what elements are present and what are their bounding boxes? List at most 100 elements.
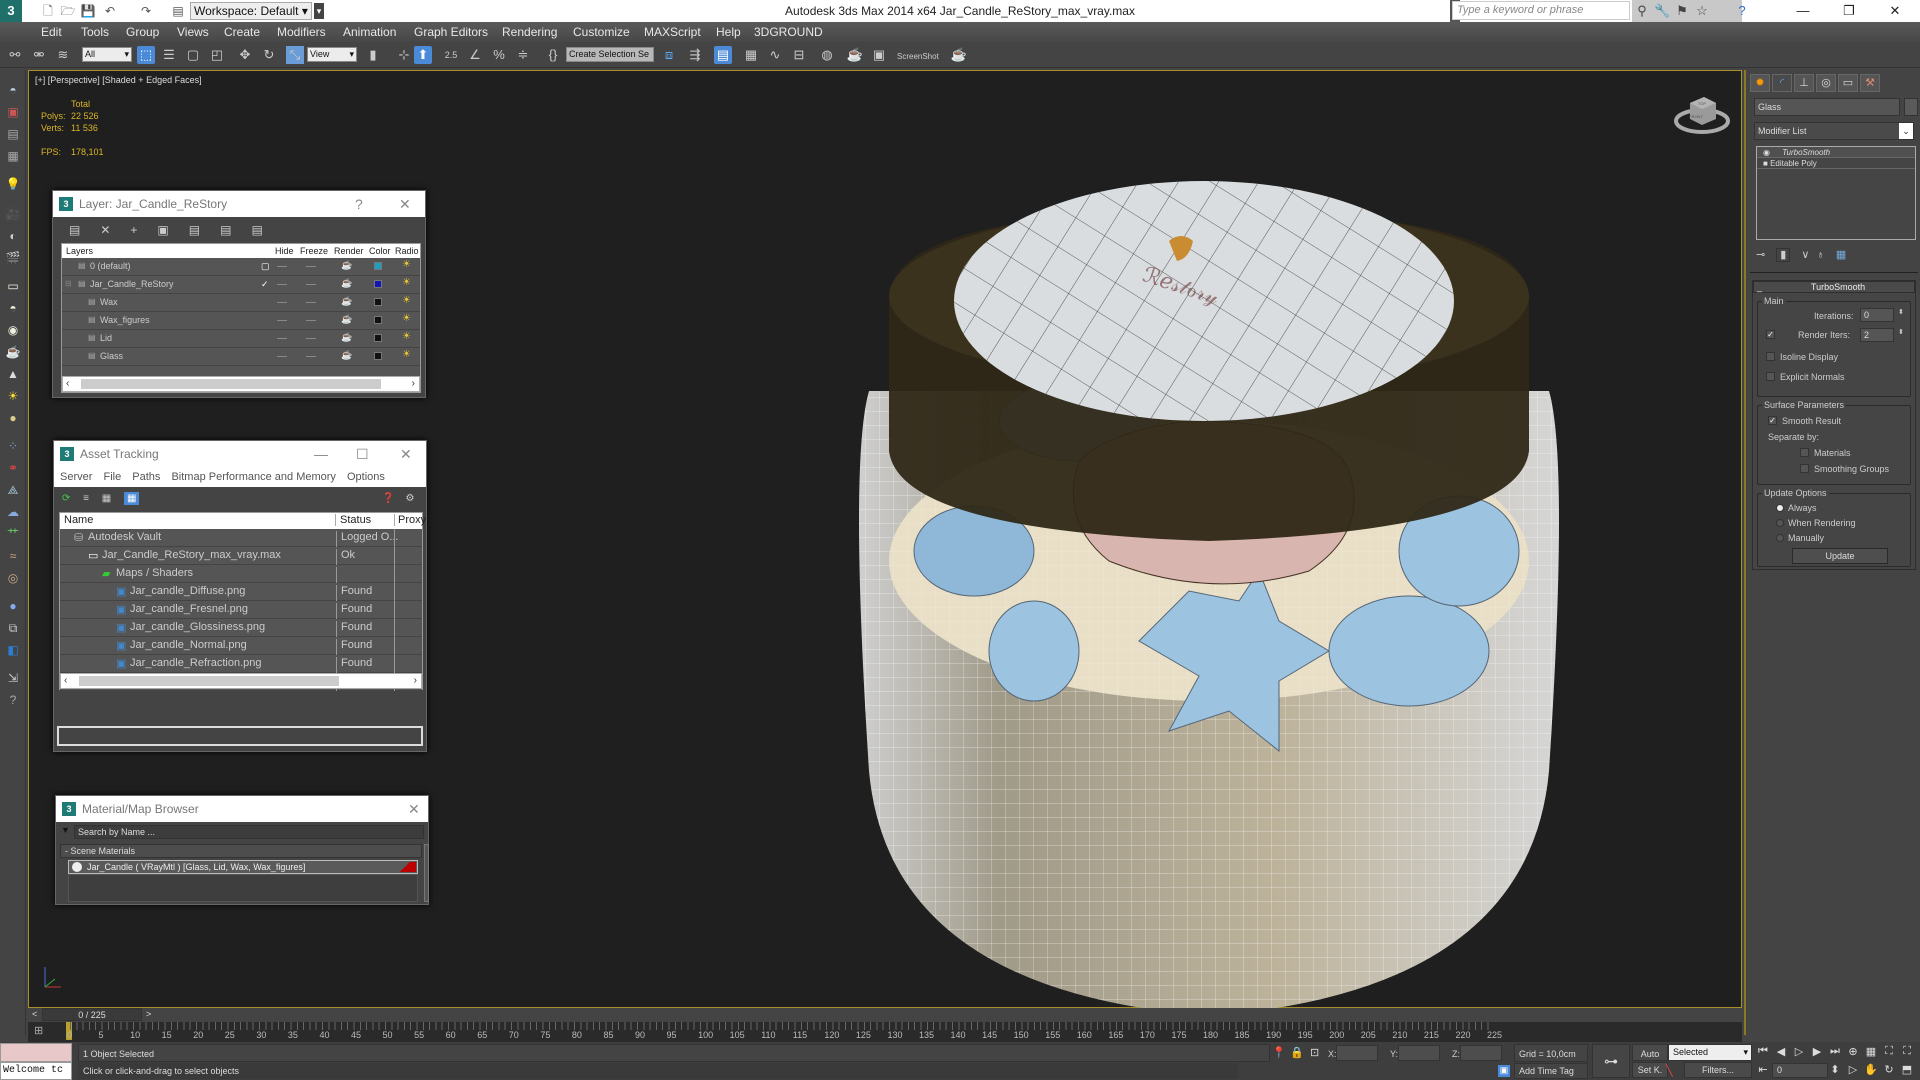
- render-teapot-icon[interactable]: ☕: [341, 260, 352, 271]
- browser-options-arrow[interactable]: ▼: [61, 825, 70, 835]
- select-rotate-icon[interactable]: ↻: [260, 46, 278, 64]
- freeze-toggle[interactable]: [306, 356, 316, 357]
- scene-materials-group-header[interactable]: - Scene Materials: [60, 844, 422, 858]
- key-filter-dropdown[interactable]: Selected ▾: [1668, 1044, 1752, 1061]
- current-frame-field[interactable]: 0: [1772, 1063, 1828, 1078]
- layer-name[interactable]: 0 (default): [90, 261, 131, 271]
- auto-key-button[interactable]: Auto: [1632, 1044, 1668, 1061]
- cloud-icon[interactable]: ☁: [3, 502, 23, 522]
- help-circle-icon[interactable]: ?: [3, 690, 23, 710]
- mirror-icon[interactable]: ⧈: [660, 46, 678, 64]
- communication-center-icon[interactable]: ⚑: [1674, 3, 1690, 19]
- expand-plus-icon[interactable]: ■: [1763, 159, 1768, 168]
- col-color[interactable]: Color: [369, 246, 391, 256]
- time-slider-thumb[interactable]: 0 / 225: [42, 1008, 142, 1021]
- tab-hierarchy[interactable]: ⊥: [1794, 74, 1814, 92]
- object-name-field[interactable]: Glass: [1754, 98, 1900, 116]
- scroll-left-arrow[interactable]: ‹: [66, 378, 69, 389]
- radio-manually[interactable]: [1776, 534, 1784, 542]
- asset-menu-bitmap-performance[interactable]: Bitmap Performance and Memory: [171, 471, 335, 483]
- jar-candle-model[interactable]: ℛℯ𝓈𝓉ℴ𝓇𝓎: [809, 131, 1629, 1051]
- radiosity-icon[interactable]: ☀: [402, 277, 411, 288]
- radiosity-icon[interactable]: ☀: [402, 313, 411, 324]
- delete-layer-icon[interactable]: ✕: [100, 223, 130, 237]
- col-freeze[interactable]: Freeze: [300, 246, 328, 256]
- link-icon[interactable]: ⚯: [6, 46, 24, 64]
- col-hide[interactable]: Hide: [275, 246, 294, 256]
- layer-color-swatch[interactable]: [374, 298, 382, 306]
- asset-maximize-button[interactable]: ☐: [356, 441, 369, 467]
- app-menu-button[interactable]: 3: [0, 0, 22, 22]
- material-search-input[interactable]: Search by Name ...: [74, 825, 424, 839]
- key-mode-toggle-icon[interactable]: ⇤: [1756, 1063, 1770, 1076]
- render-teapot-icon[interactable]: ☕: [341, 350, 352, 361]
- render-teapot-icon[interactable]: ☕: [341, 278, 352, 289]
- asset-browser-icon[interactable]: ⧉: [3, 618, 23, 638]
- layer-window-titlebar[interactable]: 3 Layer: Jar_Candle_ReStory ? ✕: [53, 191, 425, 217]
- key-filters-button[interactable]: Filters...: [1684, 1062, 1752, 1078]
- previous-frame-icon[interactable]: ◀: [1774, 1045, 1788, 1058]
- layer-row[interactable]: ▤ Glass ☕ ☀: [62, 348, 420, 366]
- object-color-swatch[interactable]: [1904, 98, 1918, 116]
- radiosity-icon[interactable]: ☀: [402, 349, 411, 360]
- options-icon[interactable]: ⚙: [406, 493, 415, 504]
- asset-menu-options[interactable]: Options: [347, 471, 385, 483]
- z-coord-field[interactable]: [1460, 1045, 1502, 1061]
- render-teapot-icon[interactable]: ☕: [341, 314, 352, 325]
- create-layer-icon[interactable]: ▤: [69, 223, 100, 237]
- radio-always[interactable]: [1776, 504, 1784, 512]
- smooth-result-checkbox[interactable]: ✓: [1768, 416, 1777, 425]
- select-scale-icon[interactable]: ⤡: [286, 46, 304, 64]
- set-key-icon[interactable]: ⊶: [1592, 1044, 1630, 1078]
- hide-toggle[interactable]: [277, 284, 287, 285]
- hide-all-icon[interactable]: ▤: [220, 223, 251, 237]
- bind-space-warp-icon[interactable]: ≋: [54, 46, 72, 64]
- layer-row[interactable]: ▤ 0 (default) ▢ ☕ ☀: [62, 258, 420, 276]
- viewport-label[interactable]: [+] [Perspective] [Shaded + Edged Faces]: [35, 75, 202, 85]
- material-browser-close-button[interactable]: ✕: [408, 796, 420, 822]
- stack-item-turbosmooth[interactable]: ◉ TurboSmooth: [1757, 147, 1915, 158]
- close-button[interactable]: ✕: [1872, 0, 1918, 22]
- particles-icon[interactable]: ⁘: [3, 436, 23, 456]
- layer-color-swatch[interactable]: [374, 262, 382, 270]
- scroll-thumb[interactable]: [79, 676, 339, 686]
- minimize-button[interactable]: —: [1780, 0, 1826, 22]
- col-layers[interactable]: Layers: [66, 246, 93, 256]
- redo-icon[interactable]: ↷: [138, 3, 154, 19]
- list-view-icon[interactable]: ≡: [83, 493, 89, 504]
- pivot-center-icon[interactable]: ▮: [364, 46, 382, 64]
- freeze-toggle[interactable]: [306, 320, 316, 321]
- render-iters-spinner-arrows[interactable]: ⬍: [1898, 328, 1904, 336]
- render-setup-icon[interactable]: ☕: [846, 46, 864, 64]
- hide-toggle[interactable]: [277, 266, 287, 267]
- select-in-layer-icon[interactable]: ▣: [157, 223, 188, 237]
- edit-named-selection-icon[interactable]: {}: [544, 46, 562, 64]
- make-unique-icon[interactable]: ∨: [1801, 249, 1809, 261]
- menu-rendering[interactable]: Rendering: [502, 25, 557, 39]
- disc-icon[interactable]: ◉: [3, 320, 23, 340]
- layer-row[interactable]: ▤ Lid ☕ ☀: [62, 330, 420, 348]
- freeze-toggle[interactable]: [306, 284, 316, 285]
- iterations-spinner[interactable]: 0: [1860, 308, 1894, 322]
- save-file-icon[interactable]: 💾: [80, 3, 96, 19]
- isolate-selection-icon[interactable]: 📍: [1272, 1046, 1286, 1059]
- asset-row[interactable]: ▣ Jar_candle_Refraction.png Found: [60, 655, 422, 673]
- layer-name[interactable]: Jar_Candle_ReStory: [90, 279, 174, 289]
- select-object-icon[interactable]: ⬚: [137, 46, 155, 64]
- reference-coordinate-dropdown[interactable]: View ▾: [307, 47, 357, 62]
- hair-fur-icon[interactable]: ≈: [3, 546, 23, 566]
- hide-toggle[interactable]: [277, 338, 287, 339]
- zoom-extents-icon[interactable]: ⛶: [1882, 1045, 1896, 1058]
- curve-editor-icon[interactable]: ∿: [766, 46, 784, 64]
- menu-views[interactable]: Views: [177, 25, 209, 39]
- time-slider-next[interactable]: >: [146, 1009, 151, 1019]
- new-file-icon[interactable]: 🗋: [40, 3, 56, 19]
- remove-modifier-icon[interactable]: ♁: [1817, 249, 1825, 261]
- workspace-dropdown[interactable]: Workspace: Default ▾: [190, 2, 312, 20]
- col-radiosity[interactable]: Radio: [395, 246, 419, 256]
- hide-toggle[interactable]: [277, 356, 287, 357]
- layer-row[interactable]: ▤ Wax ☕ ☀: [62, 294, 420, 312]
- scene-explorer-icon[interactable]: ▦: [742, 46, 760, 64]
- pan-view-icon[interactable]: ✋: [1864, 1063, 1878, 1076]
- selection-region-icon[interactable]: ◧: [3, 640, 23, 660]
